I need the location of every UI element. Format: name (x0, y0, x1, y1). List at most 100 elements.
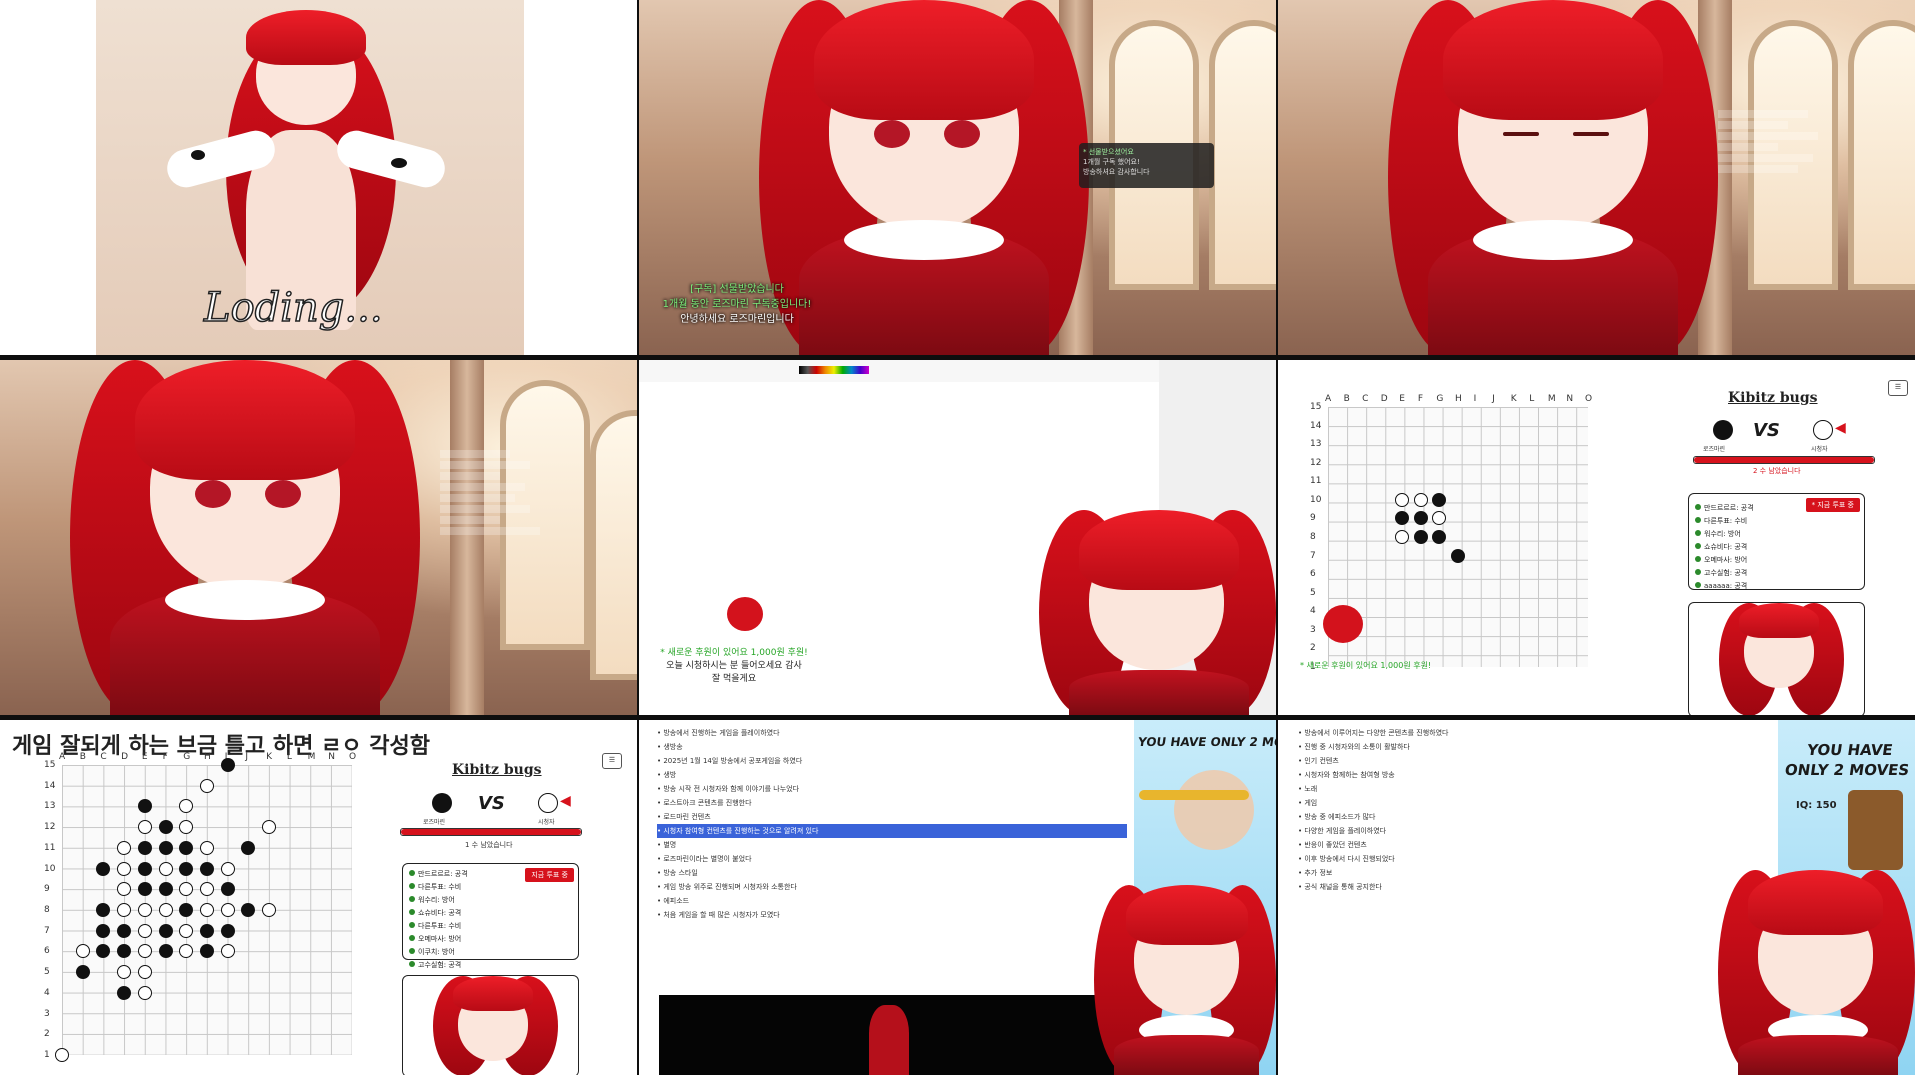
white-stone (220, 903, 235, 917)
board-col-label: M (1547, 394, 1556, 404)
black-stone (96, 861, 111, 876)
doc-line: • 게임 (1298, 799, 1318, 807)
board-col-label: C (100, 752, 107, 762)
menu-button[interactable]: ☰ (602, 753, 622, 769)
subtitle: * 새로운 후원이 있어요 1,000원 후원! 오늘 시청하시는 분 들어오세… (659, 645, 809, 684)
board-col-label: I (1473, 394, 1477, 404)
white-stone (117, 840, 132, 855)
vote-entry: 다른투표: 수비 (409, 882, 468, 892)
white-stone (158, 903, 173, 917)
board-row-label: 1 (44, 1050, 50, 1060)
board-row-label: 4 (1310, 606, 1316, 617)
doc-line: • 추가 정보 (1298, 869, 1333, 877)
black-stone (158, 840, 173, 855)
color-palette[interactable] (799, 366, 869, 374)
board-row-label: 10 (1310, 494, 1322, 505)
popup-title: * 선물받으셨어요 (1083, 148, 1134, 156)
vote-list: * 지금 투표 중 만드르르르: 공격 다른투표: 수비 워수리: 방어 쇼슈비다: … (1688, 493, 1865, 590)
ad-text: YOU HAVE ONLY 2 MO (1137, 735, 1276, 749)
board-row-label: 12 (44, 822, 56, 833)
tile-loading: Loding... (0, 0, 637, 355)
menu-button[interactable]: ☰ (1888, 380, 1908, 396)
gomoku-board[interactable]: ABCDEFGHIJKLMNO 15 14 13 12 11 10 9 8 7 6 5 4 3 2 1 (1308, 394, 1598, 685)
doc-line: • 로드마린 컨텐츠 (657, 813, 711, 821)
vote-entry: 만드르르르: 공격 (409, 869, 468, 879)
black-stone (158, 820, 173, 835)
vote-entry: 만드르르르: 공격 (1695, 503, 1754, 513)
avatar-frame (402, 975, 579, 1075)
tile-gomoku-early: ABCDEFGHIJKLMNO 15 14 13 12 11 10 9 8 7 6 5 4 3 2 1 Ki… (1278, 360, 1915, 715)
game-title: Kibitz bugs (1728, 390, 1818, 406)
mini-avatar (1323, 605, 1363, 643)
white-stone (137, 820, 152, 835)
subtitle-line: * 새로운 후원이 있어요 1,000원 후원! (660, 648, 808, 658)
chat-overlay (1718, 110, 1838, 270)
black-stone (117, 985, 132, 1000)
board-col-label: K (266, 752, 273, 762)
subtitle-line: 오늘 시청하시는 분 들어오세요 감사 (666, 661, 802, 671)
black-stone (158, 882, 173, 897)
progress-bar (400, 828, 582, 836)
black-stone-indicator (1713, 420, 1733, 440)
black-stone (1413, 530, 1428, 544)
board-col-label: N (328, 752, 336, 762)
vote-entry: 고수실험: 공격 (1695, 568, 1754, 578)
video-embed[interactable] (659, 995, 1119, 1075)
board-row-label: 13 (1310, 439, 1322, 450)
board-col-label: B (1343, 394, 1350, 404)
board-col-label: O (349, 752, 357, 762)
black-stone (75, 965, 90, 980)
video-grid: Loding... * 선물받으셨어요 1개월 구독 했어요! 방송하셔요 감사… (0, 0, 1915, 1075)
board-row-label: 7 (44, 925, 50, 936)
board-col-label: H (204, 752, 211, 762)
doc-line: • 2025년 1월 14일 방송에서 공포게임을 하였다 (657, 757, 803, 765)
board-col-label: D (1380, 394, 1388, 404)
white-stone (1413, 492, 1428, 507)
tile-stream-chat (0, 360, 637, 715)
board-row-label: 5 (44, 967, 50, 978)
vote-entry: aaaaaa: 공격 (1695, 581, 1754, 591)
vtuber-avatar (70, 360, 420, 715)
turn-status: 1 수 남았습니다 (465, 841, 513, 849)
doc-line: • 공식 채널을 통해 공지한다 (1298, 883, 1382, 891)
board-row-label: 15 (1310, 402, 1322, 412)
mini-avatar (727, 597, 763, 631)
vote-entry: 워수리: 방어 (409, 895, 468, 905)
board-row-label: 14 (1310, 420, 1322, 431)
doc-line: • 이후 방송에서 다시 진행되었다 (1298, 855, 1395, 863)
doc-line: • 노래 (1298, 785, 1318, 793)
white-stone (55, 1048, 69, 1062)
black-stone (220, 758, 235, 772)
board-col-label: C (1362, 394, 1369, 404)
black-stone (220, 923, 235, 938)
game-title: Kibitz bugs (452, 762, 542, 778)
tile-paint-app: * 새로운 후원이 있어요 1,000원 후원! 오늘 시청하시는 분 들어오세… (639, 360, 1276, 715)
doc-line: • 게임 방송 위주로 진행되며 시청자와 소통한다 (657, 883, 797, 891)
gomoku-board[interactable]: ABCDEFGHIJKLMNO 15 14 13 12 11 10 9 8 7 6 5 4 3 2 1 (40, 752, 360, 1073)
vote-entry: 쇼슈비다: 공격 (1695, 542, 1754, 552)
subtitle-line: 안녕하세요 로즈마린입니다 (680, 314, 794, 325)
doc-line: • 반응이 좋았던 컨텐츠 (1298, 841, 1367, 849)
vote-entry: 다른투표: 수비 (409, 921, 468, 931)
black-stone (220, 882, 235, 897)
board-col-label: F (1417, 394, 1424, 404)
black-stone (158, 944, 173, 959)
loading-text: Loding... (203, 284, 383, 332)
vote-entry: 고수실험: 공격 (409, 960, 468, 970)
white-stone (158, 861, 173, 876)
board-row-label: 13 (44, 801, 56, 812)
white-stone-indicator (1813, 420, 1833, 440)
doc-line: • 생방 (657, 771, 677, 779)
progress-bar (1693, 456, 1875, 464)
tile-stream-smile (1278, 0, 1915, 355)
board-row-label: 3 (44, 1008, 50, 1019)
tile-wiki-doc-2: • 방송에서 이루어지는 다양한 콘텐츠를 진행하였다 • 진행 중 시청자와의 … (1278, 720, 1915, 1075)
doc-line: • 진행 중 시청자와의 소통이 활발하다 (1298, 743, 1410, 751)
popup-line: 방송하셔요 감사합니다 (1083, 168, 1150, 176)
black-stone (200, 923, 214, 938)
board-col-label: L (1529, 394, 1535, 404)
subtitle-line: 잘 먹을게요 (711, 674, 757, 684)
tile-stream-popup: * 선물받으셨어요 1개월 구독 했어요! 방송하셔요 감사합니다 [구독] 선… (639, 0, 1276, 355)
player-white-name: 시청자 (1811, 446, 1828, 453)
vtuber-avatar (1094, 885, 1276, 1075)
